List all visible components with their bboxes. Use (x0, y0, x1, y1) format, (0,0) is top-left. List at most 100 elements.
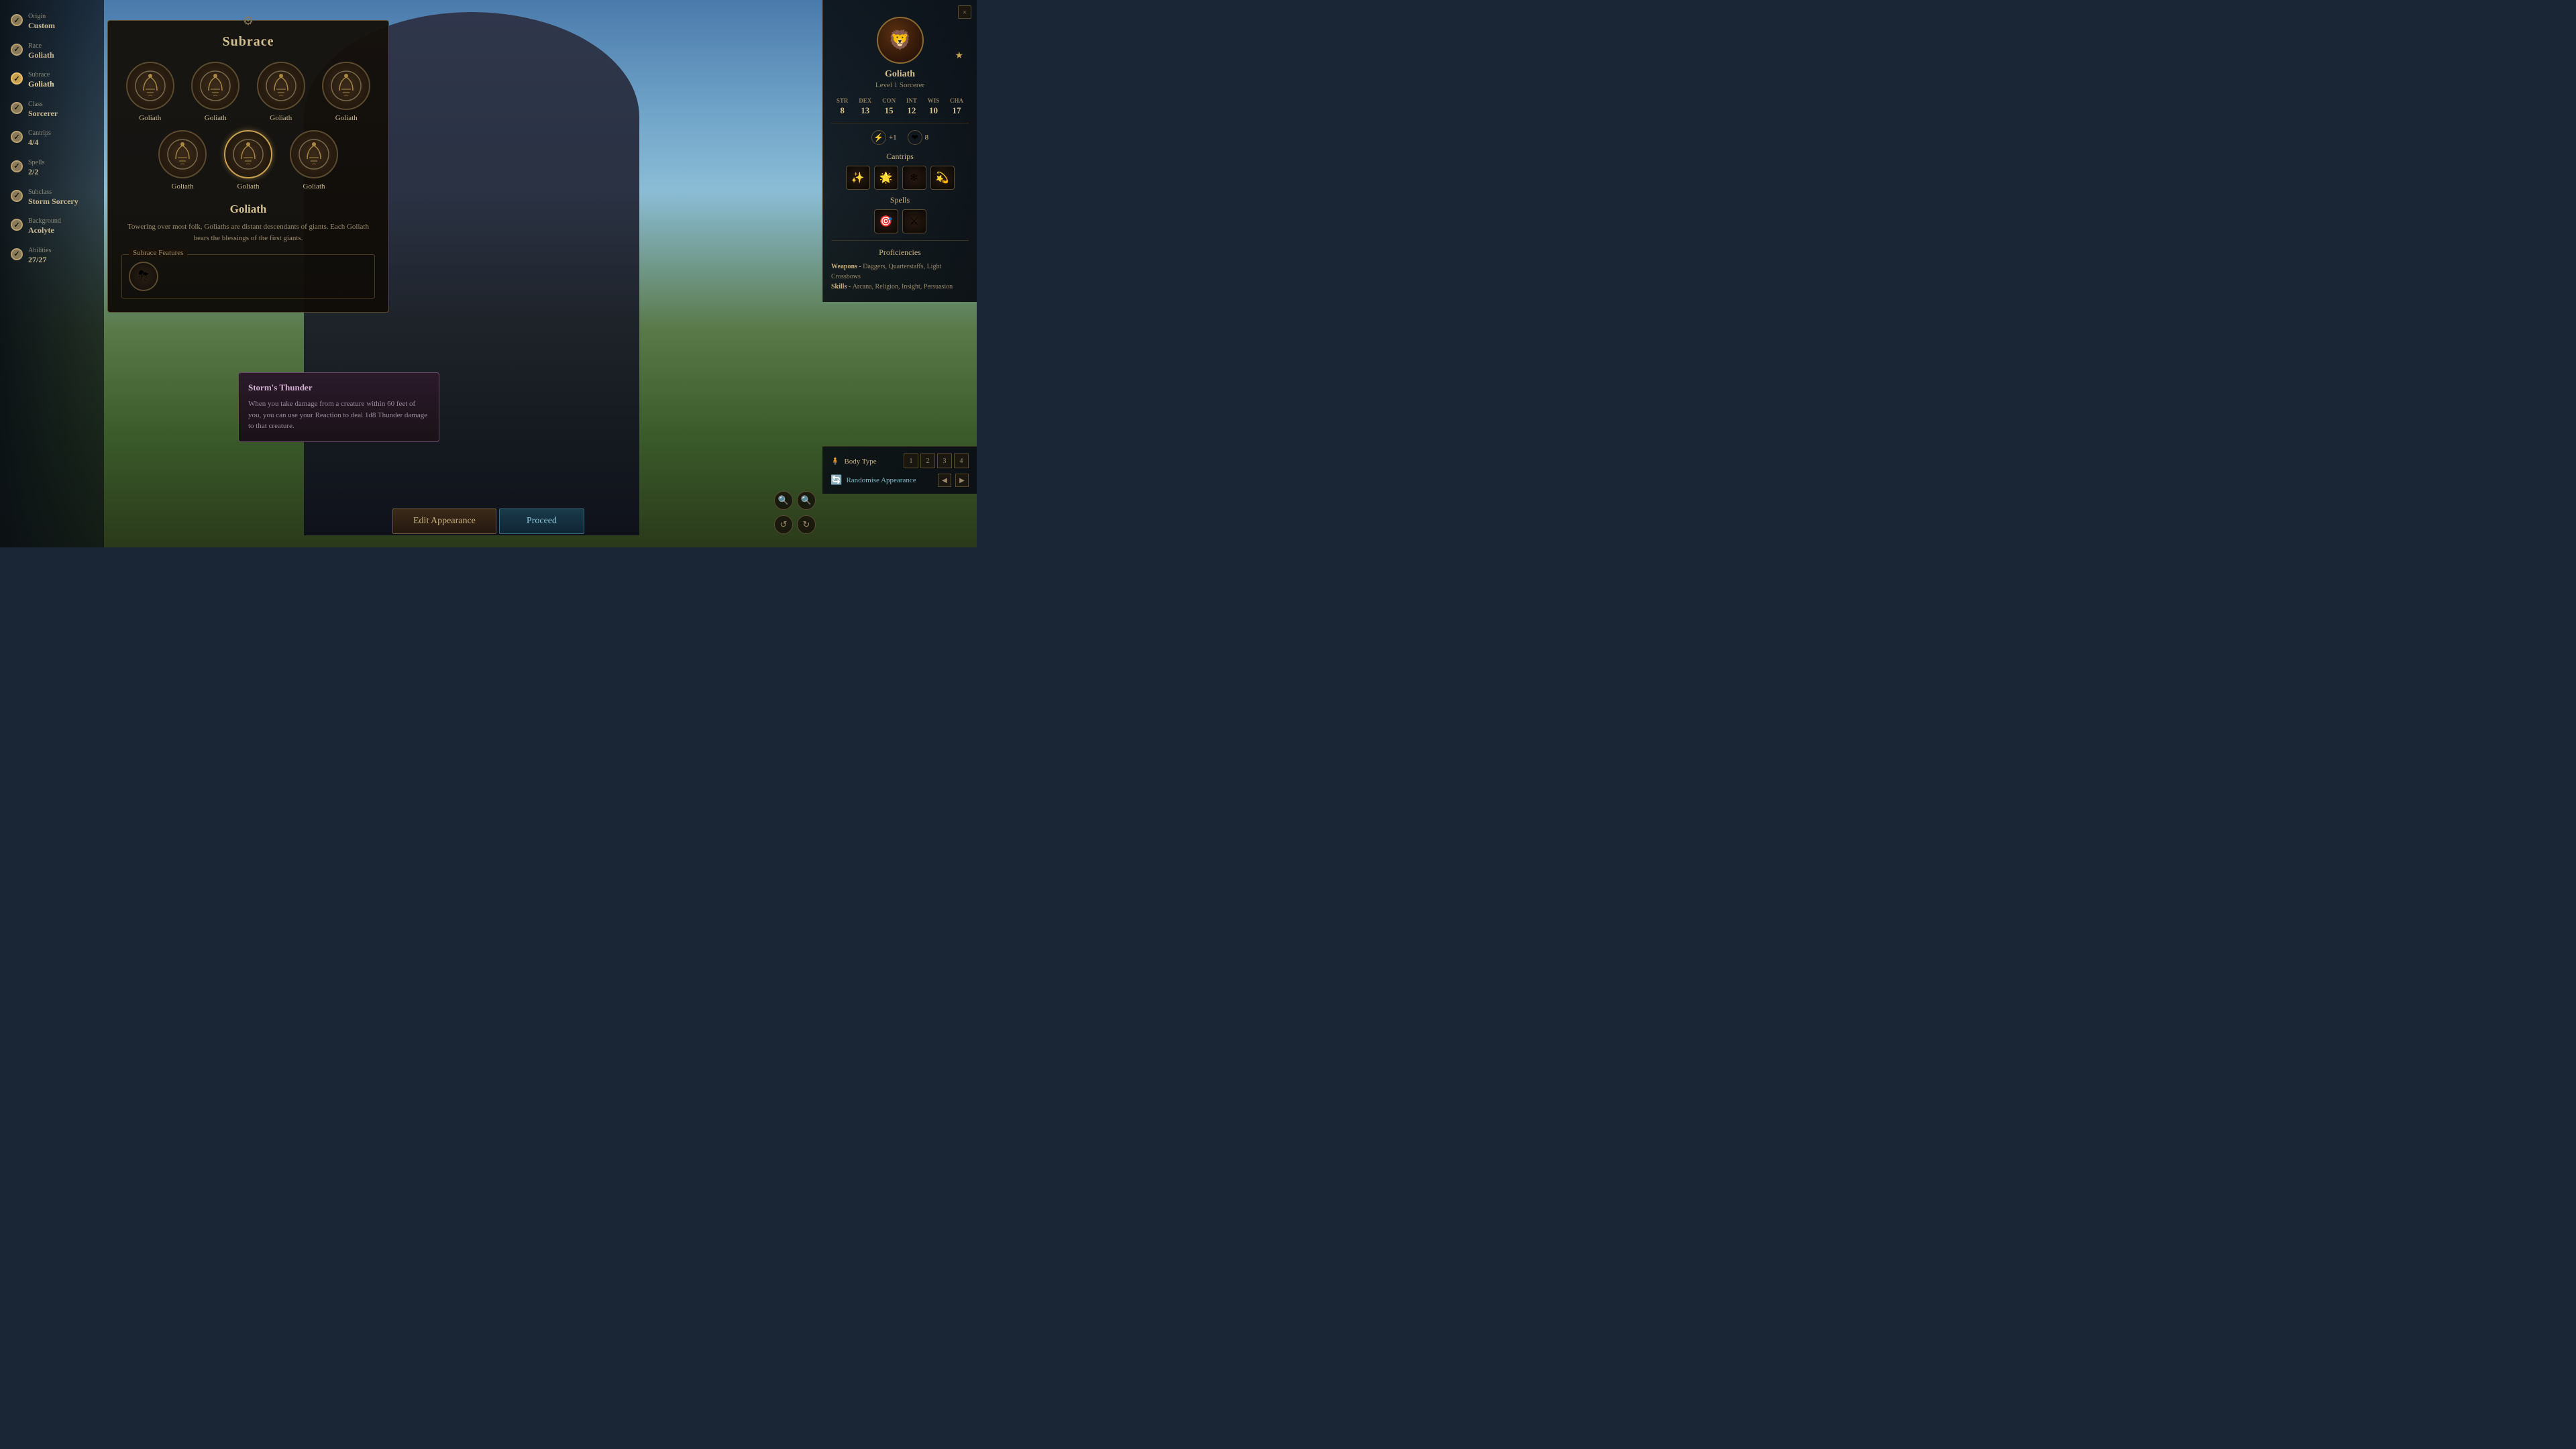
subrace-option-row2-0[interactable]: Goliath (154, 130, 211, 191)
sidebar-label-subrace: Goliath (28, 79, 54, 90)
stat-str: STR8 (837, 97, 849, 116)
resource-value-0: +1 (889, 133, 897, 142)
person-icon: 🧍 (830, 458, 840, 466)
stat-value-cha: 17 (953, 105, 961, 116)
body-type-btn-4[interactable]: 4 (954, 453, 969, 468)
subrace-icon-row1-2 (257, 62, 305, 110)
rotate-right-button[interactable]: ↻ (797, 515, 816, 534)
subrace-option-row2-1[interactable]: Goliath (219, 130, 277, 191)
tooltip-title: Storm's Thunder (248, 382, 429, 393)
sidebar-item-cantrips[interactable]: Cantrips4/4 (7, 127, 97, 151)
spell-icon-0[interactable]: 🎯 (874, 209, 898, 233)
proceed-button[interactable]: Proceed (499, 508, 584, 534)
sidebar-category-class: Class (28, 101, 58, 109)
stat-name-dex: DEX (859, 97, 871, 104)
camera-controls: 🔍 🔍 ↺ ↻ (774, 491, 816, 534)
subrace-feature-icon[interactable]: ⛈ (129, 262, 158, 291)
subrace-option-row1-3[interactable]: Goliath (318, 62, 376, 122)
bottom-bar: Edit Appearance Proceed (392, 508, 584, 534)
zoom-in-button[interactable]: 🔍 (774, 491, 793, 510)
subrace-panel-title: Subrace (121, 34, 375, 50)
stat-value-con: 15 (885, 105, 894, 116)
sidebar-check-subclass (11, 190, 23, 202)
sidebar-item-subclass[interactable]: SubclassStorm Sorcery (7, 186, 97, 210)
cantrip-icon-1[interactable]: 🌟 (874, 166, 898, 190)
zoom-out-button[interactable]: 🔍 (797, 491, 816, 510)
subrace-label-row2-0: Goliath (172, 182, 194, 191)
body-type-btn-3[interactable]: 3 (937, 453, 952, 468)
subrace-option-row1-1[interactable]: Goliath (187, 62, 245, 122)
sidebar-item-spells[interactable]: Spells2/2 (7, 156, 97, 180)
body-type-btn-1[interactable]: 1 (904, 453, 918, 468)
cantrips-label: Cantrips (831, 152, 969, 162)
sidebar-label-cantrips: 4/4 (28, 138, 51, 148)
sidebar-item-class[interactable]: ClassSorcerer (7, 98, 97, 122)
cantrips-row: ✨🌟❄💫 (831, 166, 969, 190)
resource-1: ❤8 (908, 130, 929, 145)
subrace-icon-row2-0 (158, 130, 207, 178)
spells-row: 🎯⚔ (831, 209, 969, 233)
subrace-features-section: Subrace Features ⛈ (121, 254, 375, 299)
sidebar-check-background (11, 219, 23, 231)
body-type-section: 🧍 Body Type 1234 🔄 Randomise Appearance … (822, 446, 977, 494)
subrace-icon-row2-2 (290, 130, 338, 178)
sidebar-check-cantrips (11, 131, 23, 143)
subrace-icon-row1-1 (191, 62, 239, 110)
sidebar-category-race: Race (28, 42, 54, 50)
stat-int: INT12 (906, 97, 917, 116)
sidebar-item-subrace[interactable]: SubraceGoliath (7, 68, 97, 93)
body-type-btn-2[interactable]: 2 (920, 453, 935, 468)
subrace-icon-row2-1 (224, 130, 272, 178)
subrace-label-row1-0: Goliath (139, 114, 161, 122)
spell-icon-1[interactable]: ⚔ (902, 209, 926, 233)
character-name: Goliath (831, 69, 969, 80)
sidebar-category-subrace: Subrace (28, 71, 54, 79)
character-panel: × ★ 🦁 Goliath Level 1 Sorcerer STR8DEX13… (822, 0, 977, 302)
sidebar-item-background[interactable]: BackgroundAcolyte (7, 215, 97, 239)
resource-value-1: 8 (925, 133, 929, 142)
storms-thunder-icon[interactable]: ⛈ (129, 262, 158, 291)
resource-0: ⚡+1 (871, 130, 897, 145)
resource-icon-1: ❤ (908, 130, 922, 145)
stat-value-dex: 13 (861, 105, 869, 116)
subrace-option-row1-0[interactable]: Goliath (121, 62, 179, 122)
subrace-icon-row1-0 (126, 62, 174, 110)
stat-name-cha: CHA (950, 97, 963, 104)
sidebar-item-race[interactable]: RaceGoliath (7, 40, 97, 64)
subrace-label-row1-2: Goliath (270, 114, 292, 122)
stat-value-int: 12 (907, 105, 916, 116)
rotate-controls: ↺ ↻ (774, 515, 816, 534)
subrace-option-row1-2[interactable]: Goliath (252, 62, 310, 122)
stat-name-con: CON (882, 97, 896, 104)
cantrip-icon-0[interactable]: ✨ (846, 166, 870, 190)
subrace-option-row2-2[interactable]: Goliath (285, 130, 343, 191)
star-icon: ★ (955, 50, 963, 62)
subrace-label-row1-3: Goliath (335, 114, 358, 122)
randomise-icon: 🔄 (830, 475, 842, 486)
tooltip-description: When you take damage from a creature wit… (248, 398, 429, 432)
randomise-prev-button[interactable]: ◀ (938, 474, 951, 487)
body-type-text: Body Type (844, 458, 876, 466)
sidebar-item-origin[interactable]: OriginCustom (7, 10, 97, 34)
edit-appearance-button[interactable]: Edit Appearance (392, 508, 496, 534)
cantrip-icon-2[interactable]: ❄ (902, 166, 926, 190)
rotate-left-button[interactable]: ↺ (774, 515, 793, 534)
skills-proficiency: Skills - Arcana, Religion, Insight, Pers… (831, 282, 969, 292)
sidebar-label-abilities: 27/27 (28, 255, 51, 266)
close-button[interactable]: × (958, 5, 971, 19)
sidebar-item-abilities[interactable]: Abilities27/27 (7, 244, 97, 268)
weapons-label: Weapons - (831, 263, 863, 270)
proficiencies-title: Proficiencies (831, 248, 969, 258)
randomise-row: 🔄 Randomise Appearance ◀ ▶ (830, 474, 969, 487)
stats-row: STR8DEX13CON15INT12WIS10CHA17 (831, 97, 969, 123)
subrace-grid-row2: Goliath Goliath Goliath (121, 130, 375, 191)
randomise-next-button[interactable]: ▶ (955, 474, 969, 487)
cantrip-icon-3[interactable]: 💫 (930, 166, 955, 190)
sidebar-label-spells: 2/2 (28, 167, 44, 178)
resource-row: ⚡+1 ❤8 (831, 130, 969, 145)
stat-name-str: STR (837, 97, 849, 104)
sidebar-category-background: Background (28, 217, 61, 225)
character-emblem: 🦁 (877, 17, 924, 64)
sidebar-check-origin (11, 14, 23, 26)
panel-decoration-icon: ⚙ (243, 14, 254, 28)
